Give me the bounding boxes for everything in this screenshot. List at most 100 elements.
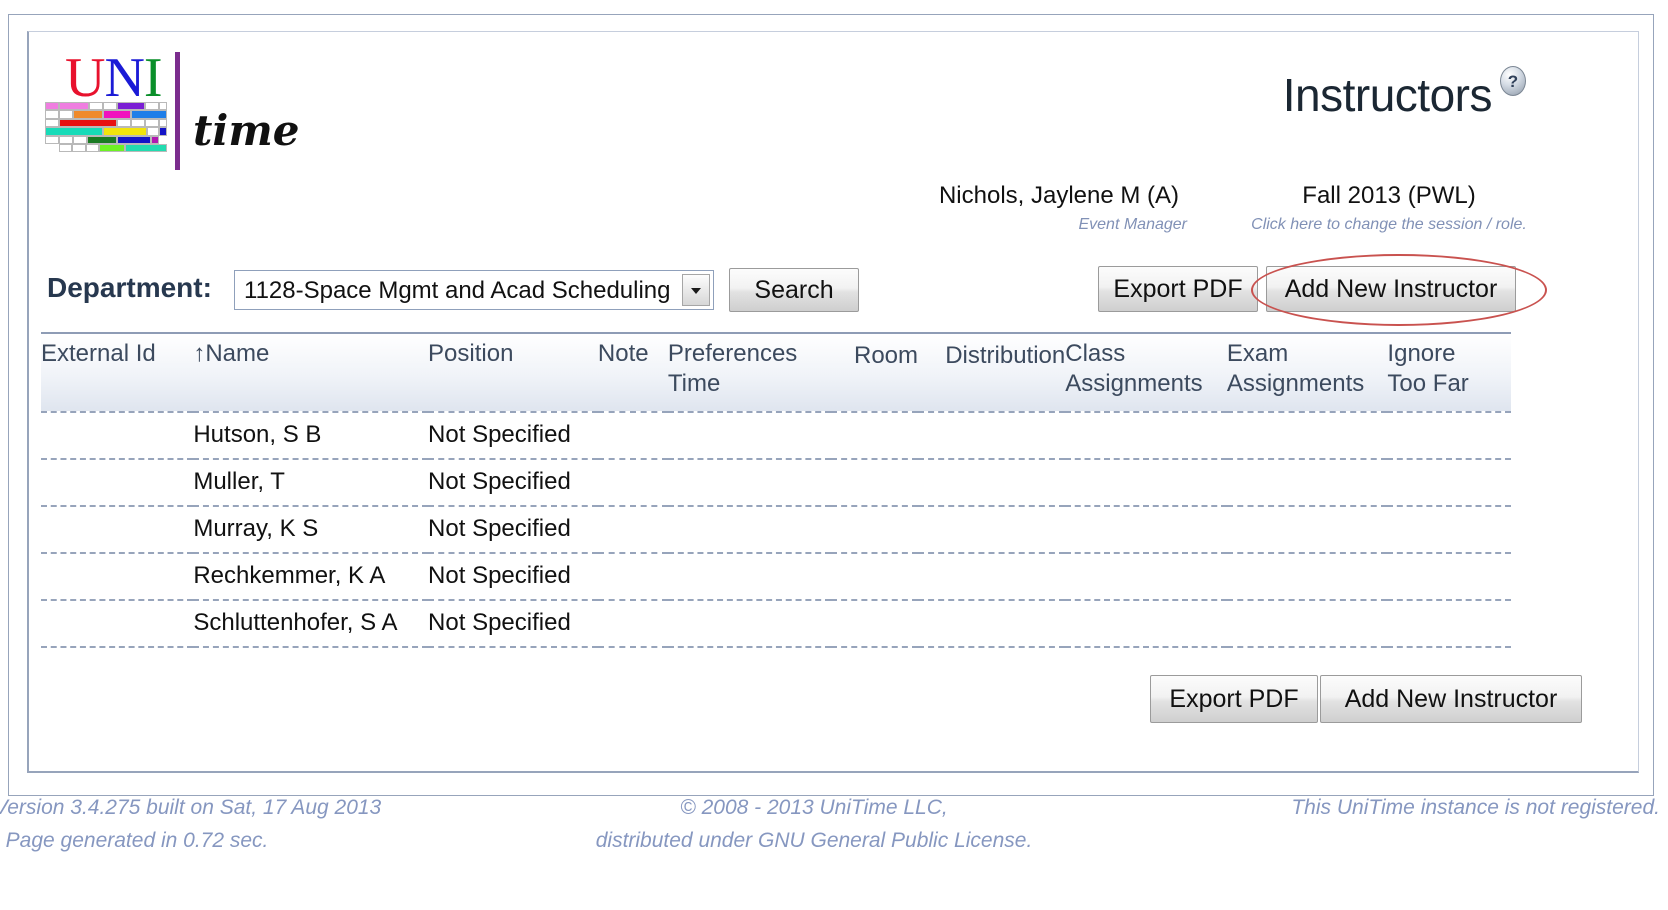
cell-ignore-too-far: [1387, 411, 1511, 460]
table-row[interactable]: Muller, T Not Specified: [41, 459, 1511, 507]
cell-distribution: [918, 411, 1066, 460]
cell-exam-assignments: [1226, 411, 1388, 460]
col-note[interactable]: Note: [597, 334, 668, 412]
col-position-line1: Position: [428, 340, 514, 367]
session-info: Fall 2013 (PWL) Click here to change the…: [1209, 182, 1569, 234]
search-button[interactable]: Search: [729, 268, 859, 312]
cell-class-assignments: [1065, 411, 1227, 460]
footer-registration-line: This UniTime instance is not registered.: [1291, 796, 1660, 819]
cell-name: Murray, K S: [193, 506, 429, 554]
col-ignore-line1: Ignore: [1387, 340, 1456, 367]
content-panel: UNI time Instructors ? Nichols, Jaylene …: [27, 31, 1639, 773]
cell-external-id: [41, 411, 194, 460]
export-pdf-button-top[interactable]: Export PDF: [1098, 266, 1258, 312]
table-row[interactable]: Rechkemmer, K A Not Specified: [41, 553, 1511, 601]
cell-note: [597, 459, 668, 507]
logo-letter-u: U: [65, 47, 105, 109]
cell-distribution: [918, 553, 1066, 601]
instructors-table: External Id ↑Name Position Note Preferen…: [41, 334, 1511, 648]
col-preferences-distribution[interactable]: Distribution: [918, 334, 1066, 412]
cell-room: [830, 459, 919, 507]
instructors-table-container: External Id ↑Name Position Note Preferen…: [41, 332, 1511, 648]
cell-time: [667, 553, 831, 601]
user-role: Event Manager: [1078, 216, 1187, 233]
col-exam-assignments[interactable]: Exam Assignments: [1226, 334, 1388, 412]
col-external-id[interactable]: External Id: [41, 334, 194, 412]
cell-room: [830, 506, 919, 554]
footer-generated-line: . Page generated in 0.72 sec.: [0, 829, 269, 852]
cell-name: Rechkemmer, K A: [193, 553, 429, 601]
logo-time-text: time: [193, 106, 300, 155]
footer-license-line: distributed under GNU General Public Lic…: [595, 829, 1033, 852]
col-external-id-line1: External Id: [41, 340, 156, 367]
cell-exam-assignments: [1226, 600, 1388, 648]
table-row[interactable]: Hutson, S B Not Specified: [41, 411, 1511, 460]
change-session-link[interactable]: Click here to change the session / role.: [1209, 216, 1569, 234]
chevron-down-icon[interactable]: [682, 274, 710, 306]
col-ignore-line2: Too Far: [1387, 370, 1469, 397]
cell-distribution: [918, 600, 1066, 648]
footer-version-line: Version 3.4.275 built on Sat, 17 Aug 201…: [0, 796, 382, 819]
col-class-line1: Class: [1065, 340, 1126, 367]
col-room-line2: Room: [854, 342, 919, 369]
cell-room: [830, 553, 919, 601]
cell-external-id: [41, 459, 194, 507]
cell-note: [597, 411, 668, 460]
cell-exam-assignments: [1226, 506, 1388, 554]
department-select-value: 1128-Space Mgmt and Acad Scheduling: [244, 277, 671, 304]
cell-external-id: [41, 506, 194, 554]
cell-ignore-too-far: [1387, 459, 1511, 507]
col-preferences-room[interactable]: Room: [830, 334, 919, 412]
cell-time: [667, 506, 831, 554]
col-name[interactable]: ↑Name: [193, 334, 429, 412]
cell-time: [667, 459, 831, 507]
page-footer: Version 3.4.275 built on Sat, 17 Aug 201…: [0, 796, 1668, 876]
footer-registration: This UniTime instance is not registered.: [1094, 796, 1668, 829]
cell-name: Muller, T: [193, 459, 429, 507]
cell-exam-assignments: [1226, 553, 1388, 601]
add-new-instructor-button-bottom[interactable]: Add New Instructor: [1320, 675, 1582, 723]
col-name-line1: ↑Name: [193, 340, 270, 367]
cell-position: Not Specified: [428, 600, 598, 648]
help-icon[interactable]: ?: [1500, 66, 1526, 96]
cell-class-assignments: [1065, 459, 1227, 507]
cell-note: [597, 553, 668, 601]
table-row[interactable]: Murray, K S Not Specified: [41, 506, 1511, 554]
cell-ignore-too-far: [1387, 506, 1511, 554]
cell-position: Not Specified: [428, 411, 598, 460]
cell-position: Not Specified: [428, 553, 598, 601]
col-class-line2: Assignments: [1065, 370, 1203, 397]
department-select[interactable]: 1128-Space Mgmt and Acad Scheduling: [234, 270, 714, 310]
cell-external-id: [41, 600, 194, 648]
footer-copyright: © 2008 - 2013 UniTime LLC, distributed u…: [534, 796, 1094, 853]
search-toolbar: Department: 1128-Space Mgmt and Acad Sch…: [29, 254, 1638, 326]
col-preferences-time-line2: Time: [667, 370, 721, 397]
cell-position: Not Specified: [428, 506, 598, 554]
col-exam-line2: Assignments: [1226, 370, 1365, 397]
col-preferences-time[interactable]: Preferences Time: [667, 334, 831, 412]
cell-ignore-too-far: [1387, 553, 1511, 601]
cell-position: Not Specified: [428, 459, 598, 507]
page-header: UNI time Instructors ? Nichols, Jaylene …: [29, 32, 1638, 252]
cell-room: [830, 600, 919, 648]
logo-divider: [175, 52, 180, 170]
table-row[interactable]: Schluttenhofer, S A Not Specified: [41, 600, 1511, 648]
cell-name: Hutson, S B: [193, 411, 429, 460]
add-new-instructor-button-top[interactable]: Add New Instructor: [1266, 266, 1516, 312]
cell-time: [667, 600, 831, 648]
logo-timetable-grid: [45, 102, 168, 172]
col-position[interactable]: Position: [428, 334, 598, 412]
logo-letter-i: I: [143, 47, 163, 109]
cell-note: [597, 506, 668, 554]
bottom-action-bar: Export PDF Add New Instructor: [1150, 675, 1582, 723]
cell-ignore-too-far: [1387, 600, 1511, 648]
department-label: Department:: [47, 272, 212, 303]
logo-letter-n: N: [104, 47, 144, 109]
cell-exam-assignments: [1226, 459, 1388, 507]
col-ignore-too-far[interactable]: Ignore Too Far: [1387, 334, 1511, 412]
col-class-assignments[interactable]: Class Assignments: [1065, 334, 1227, 412]
logo-uni-text: UNI: [65, 47, 163, 109]
export-pdf-button-bottom[interactable]: Export PDF: [1150, 675, 1318, 723]
cell-class-assignments: [1065, 553, 1227, 601]
cell-room: [830, 411, 919, 460]
